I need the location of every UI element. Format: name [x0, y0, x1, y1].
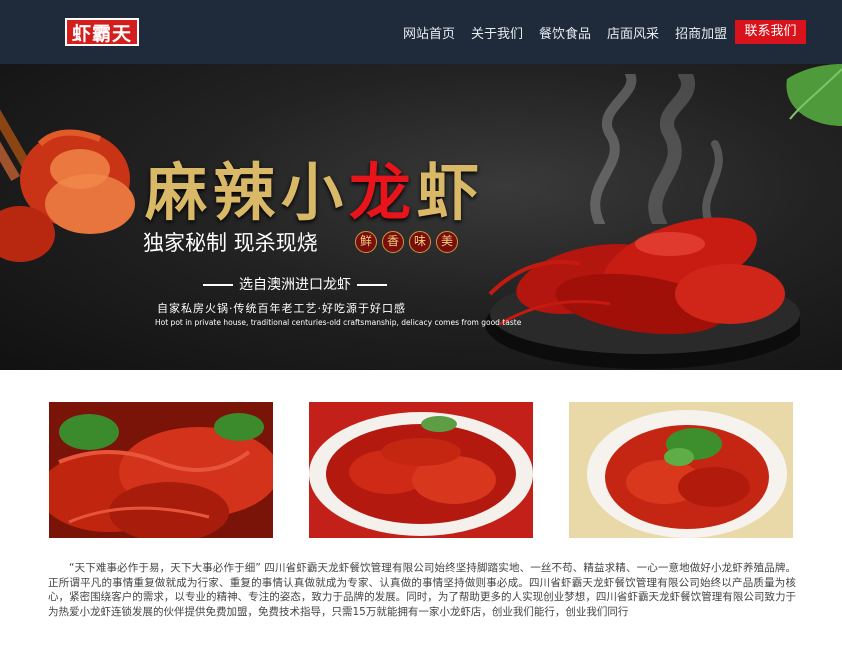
tagline-chinese: 自家私房火锅·传统百年老工艺·好吃源于好口感	[157, 302, 406, 315]
crayfish-plate-image	[485, 217, 800, 369]
gallery-photo-3[interactable]	[569, 402, 793, 538]
import-line: 选自澳洲进口龙虾	[197, 274, 393, 294]
left-dash	[203, 284, 233, 286]
crayfish-cilantro-photo	[569, 402, 793, 538]
crayfish-pile-photo	[49, 402, 273, 538]
gallery-photo-1[interactable]	[49, 402, 273, 538]
company-intro: “天下难事必作于易，天下大事必作于细” 四川省虾霸天龙虾餐饮管理有限公司始终坚持…	[48, 562, 796, 618]
title-suffix: 虾	[417, 156, 486, 229]
import-text: 选自澳洲进口龙虾	[239, 277, 351, 293]
site-logo[interactable]: 虾霸天	[65, 18, 139, 46]
seal-taste: 味	[409, 231, 431, 253]
seal-fresh: 鲜	[355, 231, 377, 253]
nav-food[interactable]: 餐饮食品	[539, 23, 591, 42]
contact-us-button[interactable]: 联系我们	[735, 20, 806, 44]
flavor-seals: 鲜 香 味 美	[355, 231, 463, 253]
crayfish-plate-photo	[309, 402, 533, 538]
nav-about[interactable]: 关于我们	[471, 23, 523, 42]
hero-banner: 麻辣小龙虾 独家秘制 现杀现烧 鲜 香 味 美 选自澳洲进口龙虾 自家私房火锅·…	[0, 64, 842, 370]
title-highlight: 龙	[349, 156, 418, 229]
gallery-photo-2[interactable]	[309, 402, 533, 538]
site-header: 虾霸天 网站首页 关于我们 餐饮食品 店面风采 招商加盟 联系我们	[0, 0, 842, 64]
basil-leaf-image	[786, 64, 842, 126]
banner-title: 麻辣小龙虾	[145, 142, 485, 232]
nav-franchise[interactable]: 招商加盟	[675, 23, 727, 42]
right-dash	[357, 284, 387, 286]
title-prefix: 麻辣小	[145, 156, 350, 229]
main-nav: 网站首页 关于我们 餐饮食品 店面风采 招商加盟	[403, 20, 743, 44]
shrimp-chopsticks-image	[0, 84, 135, 262]
nav-stores[interactable]: 店面风采	[607, 23, 659, 42]
seal-beautiful: 美	[436, 231, 458, 253]
nav-home[interactable]: 网站首页	[403, 23, 455, 42]
banner-subtitle: 独家秘制 现杀现烧	[143, 231, 318, 255]
seal-fragrant: 香	[382, 231, 404, 253]
tagline-english: Hot pot in private house, traditional ce…	[155, 318, 522, 327]
